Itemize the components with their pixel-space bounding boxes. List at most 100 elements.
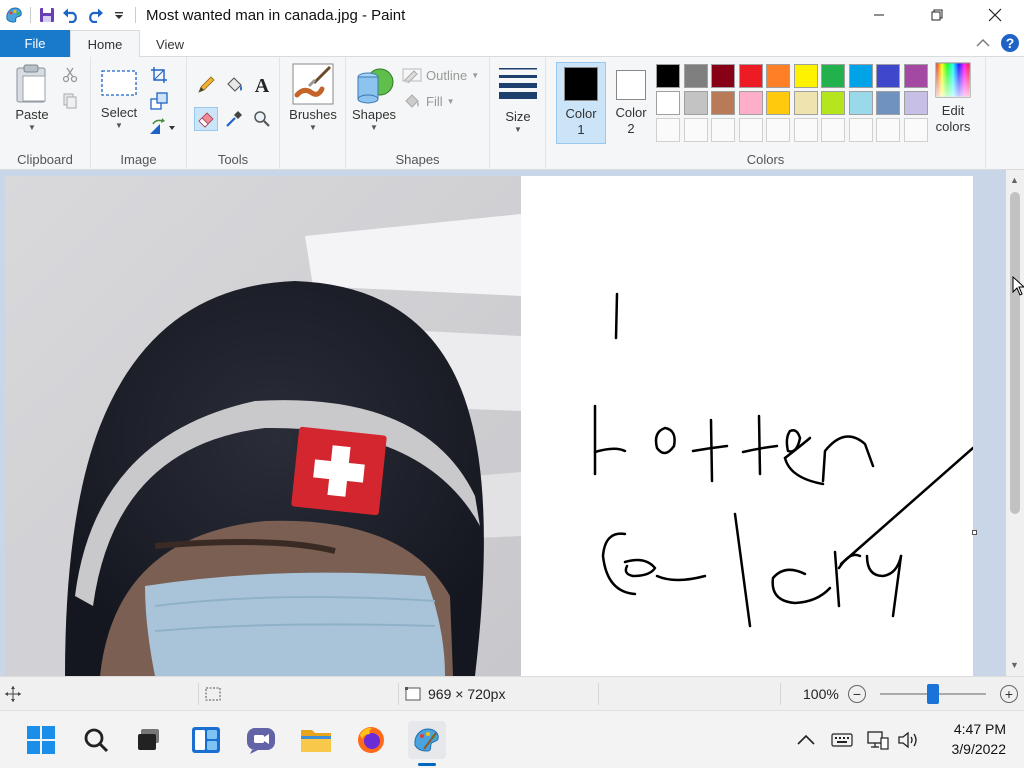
close-button[interactable] [966,0,1024,30]
svg-text:A: A [255,75,270,95]
palette-swatch[interactable] [766,91,790,115]
fill-shape-button[interactable]: Fill ▼ [402,93,455,109]
clock[interactable]: 4:47 PM 3/9/2022 [952,719,1007,759]
scroll-up-icon[interactable]: ▲ [1010,175,1019,185]
drawing-canvas[interactable] [5,176,973,676]
palette-swatch[interactable] [793,91,818,115]
fill-button[interactable] [222,73,246,97]
network-icon[interactable] [867,730,889,750]
brushes-button[interactable]: Brushes ▼ [289,63,337,132]
select-rectangle-icon [101,70,137,96]
tab-file[interactable]: File [0,30,70,57]
palette-swatch[interactable] [656,91,680,115]
size-button[interactable]: Size ▼ [496,65,540,134]
crop-button[interactable] [147,63,171,87]
palette-swatch[interactable] [848,64,873,88]
separator [598,683,599,705]
firefox-button[interactable] [352,721,390,759]
handwriting-drawing [593,292,973,628]
color-picker-button[interactable] [222,107,246,131]
palette-custom-slot[interactable] [738,118,763,142]
cut-button[interactable] [58,63,82,87]
palette-custom-slot[interactable] [876,118,900,142]
widgets-icon [192,727,220,753]
redo-icon[interactable] [83,3,107,27]
palette-swatch[interactable] [903,91,928,115]
widgets-button[interactable] [187,721,225,759]
palette-custom-slot[interactable] [711,118,735,142]
magnifier-button[interactable] [250,107,274,131]
palette-swatch[interactable] [683,91,708,115]
copy-button[interactable] [58,89,82,113]
palette-swatch[interactable] [876,64,900,88]
zoom-in-button[interactable]: + [1000,685,1018,703]
palette-custom-slot[interactable] [848,118,873,142]
volume-icon[interactable] [897,730,919,750]
zoom-slider-thumb[interactable] [927,684,939,704]
paint-icon [414,728,439,752]
rotate-button[interactable] [147,115,177,139]
palette-swatch[interactable] [738,91,763,115]
restore-button[interactable] [908,0,966,30]
palette-custom-slot[interactable] [656,118,680,142]
palette-custom-slot[interactable] [793,118,818,142]
palette-swatch[interactable] [848,91,873,115]
paint-taskbar-button[interactable] [408,721,446,759]
file-explorer-button[interactable] [297,721,335,759]
keyboard-icon[interactable] [831,732,853,748]
tab-view[interactable]: View [140,30,200,58]
edit-colors-label: Edit [941,103,965,118]
palette-swatch[interactable] [738,64,763,88]
palette-swatch[interactable] [793,64,818,88]
palette-custom-slot[interactable] [903,118,928,142]
palette-custom-slot[interactable] [683,118,708,142]
rotate-icon [150,118,175,134]
outline-label: Outline [426,67,468,83]
palette-swatch[interactable] [876,91,900,115]
search-button[interactable] [77,721,115,759]
chevron-up-icon[interactable] [795,732,817,748]
pencil-button[interactable] [194,73,218,97]
scroll-down-icon[interactable]: ▼ [1010,660,1019,670]
palette-swatch[interactable] [903,64,928,88]
palette-swatch[interactable] [711,91,735,115]
palette-swatch[interactable] [711,64,735,88]
minimize-button[interactable] [850,0,908,30]
palette-swatch[interactable] [821,64,845,88]
palette-custom-slot[interactable] [821,118,845,142]
taskbar: 4:47 PM 3/9/2022 [0,710,1024,768]
palette-swatch[interactable] [683,64,708,88]
undo-icon[interactable] [59,3,83,27]
resize-button[interactable] [147,89,171,113]
scroll-thumb[interactable] [1010,192,1020,514]
color1-number: 1 [577,122,585,137]
shapes-button[interactable]: Shapes ▼ [350,65,398,132]
outline-button[interactable]: Outline ▼ [402,67,479,83]
tab-home[interactable]: Home [70,30,140,58]
text-button[interactable]: A [250,73,274,97]
palette-swatch[interactable] [821,91,845,115]
color2-button[interactable]: Color 2 [606,62,656,144]
select-button[interactable]: Select ▼ [99,67,139,130]
eraser-button[interactable] [194,107,218,131]
resize-handle[interactable] [972,530,977,535]
restore-icon [931,9,943,21]
zoom-out-button[interactable]: − [848,685,866,703]
palette-custom-slot[interactable] [766,118,790,142]
paste-button[interactable]: Paste ▼ [10,63,54,132]
separator [30,7,31,23]
customize-toolbar-icon[interactable] [107,3,131,27]
palette-swatch[interactable] [656,64,680,88]
help-icon[interactable]: ? [1000,33,1020,53]
edit-colors-button[interactable]: Edit colors [930,62,976,144]
task-view-button[interactable] [130,721,168,759]
color1-button[interactable]: Color 1 [556,62,606,144]
collapse-ribbon-icon[interactable] [976,38,990,48]
chat-button[interactable] [242,721,280,759]
vertical-scrollbar[interactable]: ▲ ▼ [1006,170,1024,676]
save-icon[interactable] [35,3,59,27]
start-button[interactable] [22,721,60,759]
group-label: Shapes [395,152,440,167]
palette-swatch[interactable] [766,64,790,88]
paint-app-icon[interactable] [2,3,26,27]
